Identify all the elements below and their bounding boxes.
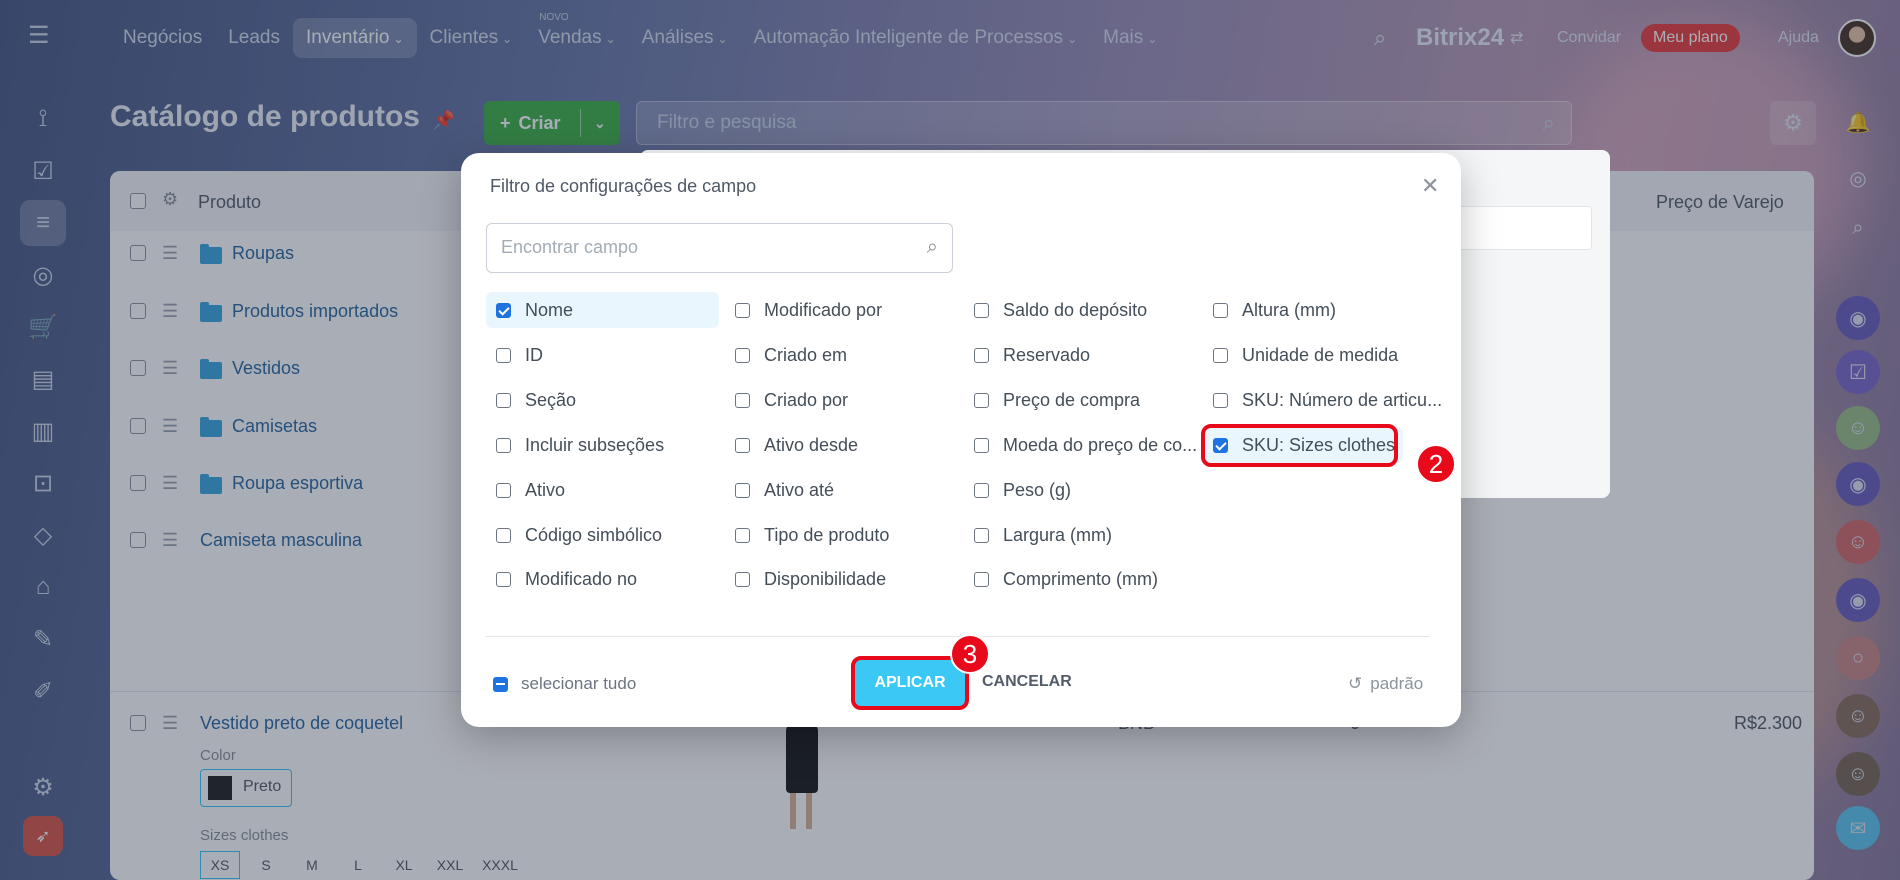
field-option-altura[interactable]: Altura (mm) [1203,292,1336,328]
checkbox[interactable] [1213,347,1228,363]
close-icon[interactable]: ✕ [1421,173,1439,199]
checkbox[interactable] [493,676,508,692]
undo-icon: ↺ [1348,674,1363,693]
checkbox[interactable] [735,302,750,318]
field-label: Unidade de medida [1242,344,1399,365]
dialog-title: Filtro de configurações de campo [490,176,757,196]
cancel-label: CANCELAR [982,673,1072,690]
default-label: padrão [1370,674,1424,693]
checkbox[interactable] [735,392,750,408]
field-label: Reservado [1003,344,1091,365]
checkbox[interactable] [735,347,750,363]
field-search-input[interactable]: Encontrar campo ⌕ [486,223,953,273]
step-badge: 3 [950,634,990,674]
field-option-moeda-do-preco[interactable]: Moeda do preço de co... [964,427,1197,463]
checkbox[interactable] [974,527,989,543]
field-option-ativo-desde[interactable]: Ativo desde [725,427,858,463]
field-option-modificado-por[interactable]: Modificado por [725,292,882,328]
checkbox[interactable] [735,571,750,587]
field-option-ativo-ate[interactable]: Ativo até [725,472,834,508]
field-label: Criado por [764,389,849,410]
checkbox[interactable] [496,482,511,498]
field-label: Criado em [764,344,848,365]
field-option-criado-por[interactable]: Criado por [725,382,848,418]
checkbox[interactable] [496,437,511,453]
field-label: Nome [525,299,574,320]
checkbox[interactable] [1213,392,1228,408]
field-label: Largura (mm) [1003,524,1113,545]
step-highlight-box [1201,424,1398,467]
select-all-toggle[interactable]: selecionar tudo [493,674,636,694]
search-placeholder: Encontrar campo [501,237,639,257]
field-option-modificado-no[interactable]: Modificado no [486,561,637,597]
field-option-ativo[interactable]: Ativo [486,472,565,508]
field-option-peso[interactable]: Peso (g) [964,472,1071,508]
step-badge: 2 [1416,444,1456,484]
checkbox[interactable] [974,347,989,363]
field-option-largura[interactable]: Largura (mm) [964,517,1112,553]
field-label: Ativo [525,479,566,500]
step-number: 2 [1428,448,1444,479]
search-icon: ⌕ [926,236,938,258]
step-highlight-box [851,656,969,710]
field-label: Tipo de produto [764,524,890,545]
checkbox[interactable] [496,392,511,408]
checkbox[interactable] [974,302,989,318]
field-label: Código simbólico [525,524,663,545]
reset-default-button[interactable]: ↺ padrão [1348,674,1423,694]
checkbox[interactable] [735,527,750,543]
checkbox[interactable] [1213,302,1228,318]
field-option-criado-em[interactable]: Criado em [725,337,847,373]
cancel-button[interactable]: CANCELAR [982,673,1072,691]
field-option-secao[interactable]: Seção [486,382,576,418]
select-all-label: selecionar tudo [521,674,637,693]
checkbox[interactable] [496,302,511,318]
field-option-comprimento[interactable]: Comprimento (mm) [964,561,1158,597]
field-label: Ativo desde [764,434,859,455]
checkbox[interactable] [974,392,989,408]
field-option-saldo-do-deposito[interactable]: Saldo do depósito [964,292,1147,328]
field-label: Altura (mm) [1242,299,1336,320]
field-filter-dialog: Filtro de configurações de campo ✕ Encon… [461,153,1461,727]
field-label: Seção [525,389,577,410]
field-label: Incluir subseções [525,434,665,455]
field-option-tipo-de-produto[interactable]: Tipo de produto [725,517,889,553]
step-number: 3 [962,638,978,669]
field-label: Comprimento (mm) [1003,568,1159,589]
checkbox[interactable] [496,527,511,543]
checkbox[interactable] [735,482,750,498]
checkbox[interactable] [974,482,989,498]
field-label: Moeda do preço de co... [1003,434,1198,455]
field-label: Saldo do depósito [1003,299,1148,320]
field-option-sku-numero-artigo[interactable]: SKU: Número de articu... [1203,382,1442,418]
field-label: Modificado por [764,299,883,320]
field-option-id[interactable]: ID [486,337,543,373]
checkbox[interactable] [496,347,511,363]
checkbox[interactable] [496,571,511,587]
field-label: SKU: Número de articu... [1242,389,1443,410]
field-label: ID [525,344,543,365]
checkbox[interactable] [974,437,989,453]
field-option-reservado[interactable]: Reservado [964,337,1090,373]
field-option-disponibilidade[interactable]: Disponibilidade [725,561,886,597]
field-label: Modificado no [525,568,638,589]
field-label: Disponibilidade [764,568,887,589]
checkbox[interactable] [974,571,989,587]
field-option-codigo-simbolico[interactable]: Código simbólico [486,517,662,553]
field-label: Peso (g) [1003,479,1072,500]
field-label: Preço de compra [1003,389,1141,410]
field-option-nome[interactable]: Nome [486,292,719,328]
field-option-incluir-subsecoes[interactable]: Incluir subseções [486,427,664,463]
field-label: Ativo até [764,479,835,500]
field-option-preco-de-compra[interactable]: Preço de compra [964,382,1140,418]
checkbox[interactable] [735,437,750,453]
field-option-unidade-de-medida[interactable]: Unidade de medida [1203,337,1398,373]
